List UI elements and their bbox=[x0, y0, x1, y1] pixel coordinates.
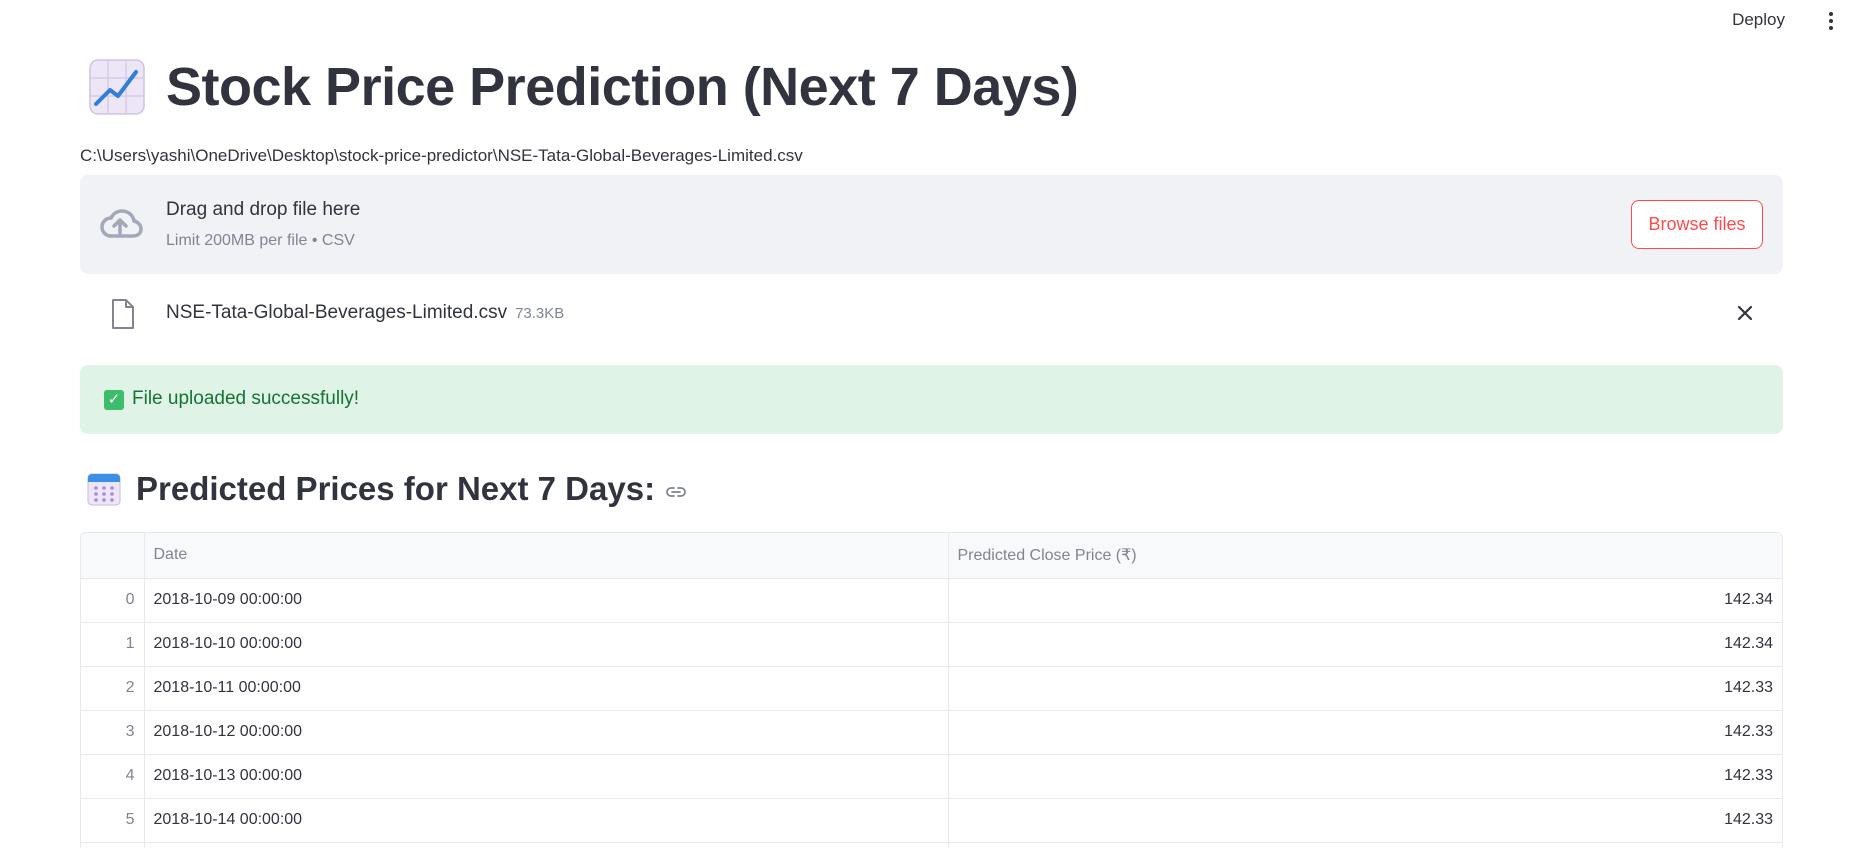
price-cell[interactable]: 142.33 bbox=[948, 666, 1782, 711]
column-header-price[interactable]: Predicted Close Price (₹) bbox=[948, 533, 1782, 579]
file-size-text: 73.3KB bbox=[515, 305, 565, 322]
row-index: 3 bbox=[81, 710, 145, 755]
dropzone-limit-text: Limit 200MB per file • CSV bbox=[166, 232, 355, 249]
predictions-heading: Predicted Prices for Next 7 Days: bbox=[136, 470, 656, 507]
page-title-row: Stock Price Prediction (Next 7 Days) bbox=[88, 56, 1079, 118]
column-header-date[interactable]: Date bbox=[144, 533, 949, 579]
main-menu-icon[interactable] bbox=[1823, 10, 1839, 32]
close-icon[interactable] bbox=[1735, 303, 1755, 323]
table-header-row: Date Predicted Close Price (₹) bbox=[81, 533, 1782, 579]
file-path-text: C:\Users\yashi\OneDrive\Desktop\stock-pr… bbox=[80, 146, 803, 165]
date-cell[interactable]: 2018-10-09 00:00:00 bbox=[144, 578, 949, 623]
cloud-upload-icon bbox=[100, 209, 143, 238]
file-name-text: NSE-Tata-Global-Beverages-Limited.csv bbox=[166, 302, 508, 323]
row-index: 6 bbox=[81, 842, 145, 848]
predictions-heading-row: Predicted Prices for Next 7 Days: bbox=[86, 470, 687, 508]
row-index: 0 bbox=[81, 578, 145, 623]
check-mark-icon: ✓ bbox=[104, 390, 124, 410]
row-index: 2 bbox=[81, 666, 145, 711]
browse-files-button[interactable]: Browse files bbox=[1631, 200, 1763, 249]
success-alert: ✓ File uploaded successfully! bbox=[80, 365, 1783, 434]
table-row: 2 2018-10-11 00:00:00 142.33 bbox=[81, 666, 1782, 711]
table-row: 5 2018-10-14 00:00:00 142.33 bbox=[81, 798, 1782, 843]
uploaded-file-item: NSE-Tata-Global-Beverages-Limited.csv 73.… bbox=[80, 290, 1783, 335]
row-index: 1 bbox=[81, 622, 145, 667]
deploy-button[interactable]: Deploy bbox=[1726, 8, 1791, 32]
table-row: 1 2018-10-10 00:00:00 142.34 bbox=[81, 622, 1782, 667]
table-row: 0 2018-10-09 00:00:00 142.34 bbox=[81, 578, 1782, 623]
file-dropzone[interactable]: Drag and drop file here Limit 200MB per … bbox=[80, 175, 1783, 274]
price-cell[interactable]: 142.33 bbox=[948, 798, 1782, 843]
date-cell[interactable]: 2018-10-11 00:00:00 bbox=[144, 666, 949, 711]
dropzone-instructions: Drag and drop file here bbox=[166, 199, 361, 220]
calendar-icon bbox=[87, 473, 121, 506]
file-icon bbox=[112, 299, 134, 329]
price-cell[interactable]: 142.33 bbox=[948, 710, 1782, 755]
date-cell[interactable]: 2018-10-10 00:00:00 bbox=[144, 622, 949, 667]
column-header-index[interactable] bbox=[81, 533, 145, 579]
table-row: 3 2018-10-12 00:00:00 142.33 bbox=[81, 710, 1782, 755]
date-cell[interactable] bbox=[144, 842, 949, 848]
price-cell[interactable]: 142.33 bbox=[948, 754, 1782, 799]
success-message: File uploaded successfully! bbox=[132, 388, 360, 409]
predictions-table[interactable]: Date Predicted Close Price (₹) 0 2018-10… bbox=[80, 532, 1783, 848]
chart-increasing-icon bbox=[89, 59, 145, 115]
anchor-link-icon[interactable] bbox=[665, 481, 687, 503]
uploaded-file-name: NSE-Tata-Global-Beverages-Limited.csv 73.… bbox=[166, 302, 564, 324]
price-cell[interactable]: 142.34 bbox=[948, 578, 1782, 623]
date-cell[interactable]: 2018-10-13 00:00:00 bbox=[144, 754, 949, 799]
top-toolbar: Deploy bbox=[0, 0, 1863, 40]
price-cell[interactable]: 142.34 bbox=[948, 622, 1782, 667]
row-index: 5 bbox=[81, 798, 145, 843]
price-cell[interactable] bbox=[948, 842, 1782, 848]
date-cell[interactable]: 2018-10-14 00:00:00 bbox=[144, 798, 949, 843]
table-row: 6 bbox=[81, 842, 1782, 848]
page-title: Stock Price Prediction (Next 7 Days) bbox=[166, 57, 1079, 117]
row-index: 4 bbox=[81, 754, 145, 799]
date-cell[interactable]: 2018-10-12 00:00:00 bbox=[144, 710, 949, 755]
table-row: 4 2018-10-13 00:00:00 142.33 bbox=[81, 754, 1782, 799]
